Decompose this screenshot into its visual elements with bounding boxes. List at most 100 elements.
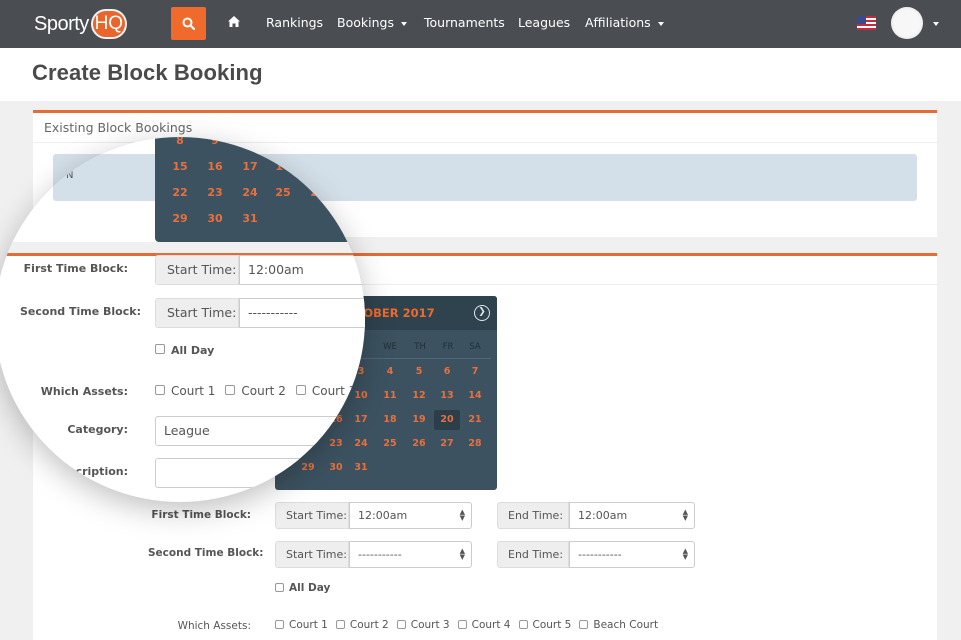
asset-checkbox-court-5[interactable]: Court 5 [518,619,571,631]
magnified-calendar-day-17[interactable]: 17 [235,160,265,173]
magnified-content: N 8 9 15 16 17 18 22 23 24 25 26 29 30 31 First Time … [0,137,365,502]
calendar-day-11[interactable]: 11 [377,386,403,406]
chevron-right-circle-icon[interactable]: ❯ [474,305,490,321]
asset-checkbox-court-2[interactable]: Court 2 [335,619,389,631]
magnified-calendar-day-24[interactable]: 24 [235,186,265,199]
asset-checkbox-court-1[interactable]: Court 1 [275,619,328,631]
nav-tournaments-label: Tournaments [424,15,505,30]
asset-label: Court 1 [289,619,328,631]
page-title: Create Block Booking [32,60,263,85]
magnified-calendar-day-18[interactable]: 18 [268,160,298,173]
first-end-time-select[interactable]: 12:00am ▲ ▼ [569,502,695,529]
start-time-addon: Start Time: [275,502,349,529]
weekday-th: TH [414,342,426,352]
all-day-checkbox[interactable]: All Day [275,582,330,594]
calendar-day-4[interactable]: 4 [377,362,403,382]
asset-checkbox-beach-court[interactable]: Beach Court [579,619,658,631]
checkbox-box[interactable] [155,385,165,395]
second-end-time-select[interactable]: ----------- ▲ ▼ [569,541,695,568]
select-arrows-icon: ▲ ▼ [459,547,465,561]
calendar-day-19[interactable]: 19 [406,410,432,430]
magnified-calendar-day-8[interactable]: 8 [165,137,195,147]
magnified-calendar-day-16[interactable]: 16 [200,160,230,173]
category-select[interactable]: League [155,416,365,446]
nav-affiliations-label: Affiliations [585,15,651,30]
magnified-calendar: 8 9 15 16 17 18 22 23 24 25 26 29 30 31 [155,137,365,242]
calendar-day-12[interactable]: 12 [406,386,432,406]
asset-checkbox-court-3-magnified[interactable]: Court 3 [295,384,356,398]
first-start-time-select-magnified[interactable]: 12:00am [239,255,365,285]
nav-bookings-label: Bookings [337,15,394,30]
second-time-block-label: Second Time Block: [20,305,141,318]
magnified-calendar-day-15[interactable]: 15 [165,160,195,173]
assets-checkbox-group-magnified: Court 1 Court 2 Court 3 [155,384,365,398]
nav-rankings[interactable]: Rankings [266,15,323,30]
top-navbar: Sporty HQ Rankings Bookings Tournaments … [0,0,961,48]
second-start-time-select[interactable]: ----------- ▲ ▼ [349,541,472,568]
nav-affiliations[interactable]: Affiliations [585,15,664,30]
calendar-day-21[interactable]: 21 [462,410,488,430]
checkbox-box[interactable] [275,583,284,592]
first-start-time-select[interactable]: 12:00am ▲ ▼ [349,502,472,529]
checkbox-box[interactable] [275,620,284,629]
search-button[interactable] [171,7,206,40]
asset-checkbox-court-1-magnified[interactable]: Court 1 [155,384,215,398]
magnified-calendar-day-23[interactable]: 23 [200,186,230,199]
asset-checkbox-court-2-magnified[interactable]: Court 2 [225,384,286,398]
first-time-block-label: First Time Block: [23,262,128,275]
asset-checkbox-court-3[interactable]: Court 3 [396,619,450,631]
first-time-block-label: First Time Block: [151,509,251,521]
description-input[interactable] [155,458,365,488]
home-icon[interactable] [227,15,241,28]
asset-label: Beach Court [593,619,659,631]
checkbox-box[interactable] [518,620,528,629]
assets-checkbox-group: Court 1 Court 2 Court 3 Court 4 Court 5 Beach… [275,619,666,631]
us-flag-icon[interactable] [857,16,876,30]
second-start-time-select-magnified[interactable]: ----------- [239,298,365,328]
asset-checkbox-court-4[interactable]: Court 4 [457,619,511,631]
nav-leagues[interactable]: Leagues [518,15,570,30]
caret-down-icon [657,21,664,26]
start-time-addon: Start Time: [155,255,239,285]
checkbox-box[interactable] [335,620,345,629]
magnified-calendar-day-26[interactable]: 26 [303,186,333,199]
avatar[interactable] [891,7,923,39]
avatar-caret-down-icon[interactable] [933,22,939,26]
start-time-addon: Start Time: [275,541,349,568]
calendar-day-26[interactable]: 26 [406,434,432,454]
all-day-checkbox-magnified[interactable]: All Day [155,344,214,357]
weekday-sa: SA [469,342,481,352]
category-label: Category: [67,423,128,436]
which-assets-label: Which Assets: [40,385,128,398]
calendar-day-14[interactable]: 14 [462,386,488,406]
magnified-calendar-day-30[interactable]: 30 [200,212,230,225]
checkbox-box[interactable] [457,620,467,629]
magnified-calendar-day-31[interactable]: 31 [235,212,265,225]
checkbox-box[interactable] [579,620,589,629]
calendar-day-18[interactable]: 18 [377,410,403,430]
calendar-day-6[interactable]: 6 [434,362,460,382]
asset-label: Court 4 [471,619,511,631]
checkbox-box[interactable] [225,385,236,395]
magnified-calendar-day-9[interactable]: 9 [200,137,230,147]
calendar-day-27[interactable]: 27 [434,434,460,454]
sportyhq-logo[interactable]: Sporty HQ [34,9,127,39]
nav-bookings[interactable]: Bookings [337,15,407,30]
nav-tournaments[interactable]: Tournaments [424,15,505,30]
checkbox-box[interactable] [396,620,406,629]
calendar-day-7[interactable]: 7 [462,362,488,382]
magnified-calendar-day-25[interactable]: 25 [268,186,298,199]
calendar-day-5[interactable]: 5 [406,362,432,382]
checkbox-box[interactable] [155,344,165,354]
calendar-day-25[interactable]: 25 [377,434,403,454]
checkbox-box[interactable] [295,385,306,395]
caret-down-icon [400,21,407,26]
calendar-day-28[interactable]: 28 [462,434,488,454]
which-assets-label: Which Assets: [177,620,251,632]
magnified-calendar-day-29[interactable]: 29 [165,212,195,225]
magnified-calendar-day-22[interactable]: 22 [165,186,195,199]
calendar-day-13[interactable]: 13 [434,386,460,406]
calendar-day-20[interactable]: 20 [434,410,460,430]
search-icon [182,17,195,30]
asset-label: Court 3 [410,619,450,631]
